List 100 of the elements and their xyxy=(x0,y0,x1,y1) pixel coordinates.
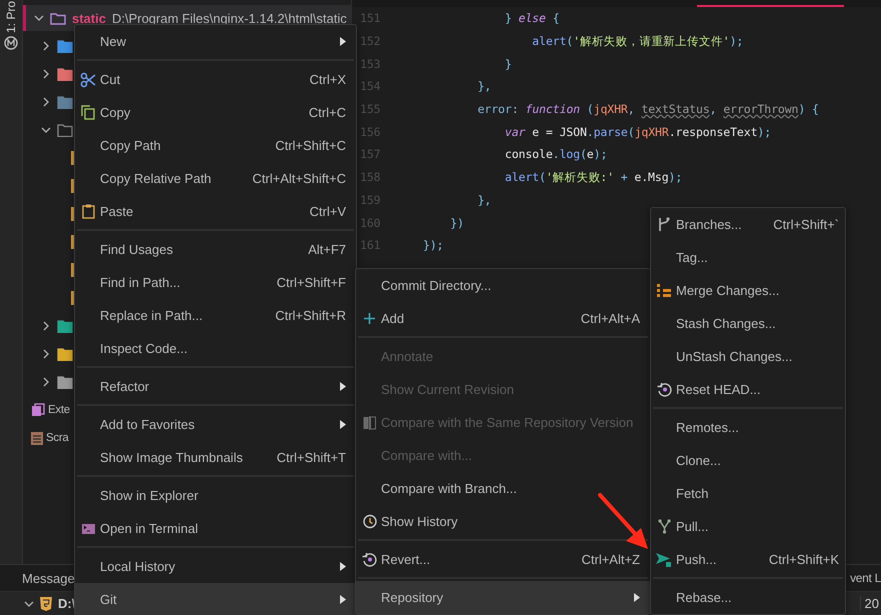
shortcut-label: Ctrl+Shift+K xyxy=(768,552,839,567)
tree-item-label[interactable]: Exte xyxy=(48,404,70,416)
menu-item[interactable]: Reset HEAD... xyxy=(651,373,845,406)
code-line: error: function (jqXHR, textStatus, errorThrown) { xyxy=(476,102,819,116)
annotation-arrow xyxy=(598,493,650,551)
menu-item[interactable]: Copy Path Ctrl+Shift+C xyxy=(75,129,356,162)
menu-item[interactable]: Add to Favorites xyxy=(75,408,356,441)
shortcut-label: Ctrl+Shift+T xyxy=(276,450,346,465)
menu-item[interactable]: Push... Ctrl+Shift+K xyxy=(651,543,845,576)
code-line: }) xyxy=(449,216,464,230)
menu-item[interactable]: Git xyxy=(75,583,356,615)
menu-item[interactable]: Copy Ctrl+C xyxy=(75,96,356,129)
shortcut-label: Ctrl+Alt+Z xyxy=(581,552,640,567)
folder-icon xyxy=(57,376,73,388)
menu-item[interactable]: Copy Relative Path Ctrl+Alt+Shift+C xyxy=(75,162,356,195)
menu-item[interactable]: Show Image Thumbnails Ctrl+Shift+T xyxy=(75,441,356,474)
shortcut-label: Ctrl+Shift+C xyxy=(275,138,346,153)
menu-item[interactable]: UnStash Changes... xyxy=(651,340,845,373)
menu-item[interactable]: Find in Path... Ctrl+Shift+F xyxy=(75,266,356,299)
terminal-icon xyxy=(82,524,94,534)
chevron-right-icon[interactable] xyxy=(41,41,51,51)
menu-item[interactable]: Clone... xyxy=(651,444,845,477)
plus-icon xyxy=(364,313,374,324)
shortcut-label: Alt+F7 xyxy=(308,242,346,257)
folder-icon xyxy=(57,96,73,108)
shortcut-label: Ctrl+C xyxy=(308,105,346,120)
menu-item[interactable]: Pull... xyxy=(651,510,845,543)
copy-icon xyxy=(81,105,95,120)
message-time: 20 xyxy=(860,596,879,611)
menu-item[interactable]: Remotes... xyxy=(651,411,845,444)
menu-item[interactable]: Open in Terminal xyxy=(75,512,356,545)
shortcut-label: Ctrl+X xyxy=(310,72,346,87)
code-line: }); xyxy=(423,238,444,252)
menu-item[interactable]: Local History xyxy=(75,550,356,583)
folder-icon xyxy=(57,124,73,136)
revert-icon xyxy=(362,552,376,567)
menu-item[interactable]: Find Usages Alt+F7 xyxy=(75,233,356,266)
shortcut-label: Ctrl+Shift+` xyxy=(773,217,839,232)
folder-icon xyxy=(57,40,73,52)
push-icon xyxy=(656,552,672,566)
scratch-file-icon xyxy=(31,432,43,444)
folder-icon xyxy=(57,348,73,360)
folder-icon xyxy=(50,12,66,24)
menu-item[interactable]: Add Ctrl+Alt+A xyxy=(356,302,650,335)
folder-name: static xyxy=(72,10,106,26)
messages-tab[interactable]: Message xyxy=(22,570,75,586)
menu-item[interactable]: Paste Ctrl+V xyxy=(75,195,356,228)
maven-icon[interactable] xyxy=(4,36,18,50)
menu-item[interactable]: Tag... xyxy=(651,241,845,274)
folder-icon xyxy=(57,68,73,80)
menu-item[interactable]: Compare with Branch... xyxy=(356,472,650,505)
shortcut-label: Ctrl+Alt+A xyxy=(580,311,640,326)
menu-item[interactable]: Merge Changes... xyxy=(651,274,845,307)
branch-icon xyxy=(658,217,670,232)
shortcut-label: Ctrl+Alt+Shift+C xyxy=(252,171,346,186)
menu-item[interactable]: Show in Explorer xyxy=(75,479,356,512)
paste-icon xyxy=(82,204,94,219)
chevron-right-icon[interactable] xyxy=(41,97,51,107)
chevron-down-icon[interactable] xyxy=(24,598,34,608)
menu-item[interactable]: Replace in Path... Ctrl+Shift+R xyxy=(75,299,356,332)
shortcut-label: Ctrl+Shift+R xyxy=(275,308,346,323)
chevron-right-icon[interactable] xyxy=(41,69,51,79)
shortcut-label: Ctrl+V xyxy=(310,204,346,219)
chevron-down-icon[interactable] xyxy=(34,13,44,23)
folder-icon xyxy=(57,320,73,332)
menu-item[interactable]: Fetch xyxy=(651,477,845,510)
code-line: alert('解析失败:' + e.Msg); xyxy=(504,170,682,185)
menu-item[interactable]: Revert... Ctrl+Alt+Z xyxy=(356,543,650,576)
library-icon xyxy=(31,403,45,417)
menu-item[interactable]: Inspect Code... xyxy=(75,332,356,365)
event-log-tab[interactable]: vent L xyxy=(850,571,881,585)
history-icon xyxy=(362,514,376,529)
scissors-icon xyxy=(80,72,96,88)
tree-item-label[interactable]: Scra xyxy=(46,432,68,444)
pull-icon xyxy=(658,519,670,534)
project-tool-tab[interactable]: 1: Pro xyxy=(4,1,18,41)
chevron-right-icon[interactable] xyxy=(41,349,51,359)
shortcut-label: Ctrl+Shift+F xyxy=(276,275,346,290)
menu-item[interactable]: Branches... Ctrl+Shift+` xyxy=(651,208,845,241)
code-line: console.log(e); xyxy=(504,147,608,162)
code-line: }, xyxy=(476,192,492,207)
code-line: alert('解析失败，请重新上传文件'); xyxy=(531,34,744,49)
code-line: }, xyxy=(476,79,492,94)
code-line: var e = JSON.parse(jqXHR.responseText); xyxy=(504,124,772,139)
chevron-right-icon[interactable] xyxy=(41,321,51,331)
menu-item[interactable]: Refactor xyxy=(75,370,356,403)
menu-item[interactable]: Stash Changes... xyxy=(651,307,845,340)
menu-item[interactable]: Repository xyxy=(356,581,650,614)
code-line: } else { xyxy=(504,11,560,26)
compare-icon xyxy=(362,416,376,430)
folder-path: D:\Program Files\nginx-1.14.2\html\static xyxy=(112,10,347,26)
html-file-icon xyxy=(40,596,52,610)
menu-item[interactable]: Commit Directory... xyxy=(356,269,650,302)
code-line: } xyxy=(504,56,512,71)
menu-item[interactable]: Rebase... xyxy=(651,581,845,614)
revert-icon xyxy=(656,382,672,397)
merge-icon xyxy=(657,284,671,297)
menu-item[interactable]: Cut Ctrl+X xyxy=(75,63,356,96)
chevron-down-icon[interactable] xyxy=(41,125,51,135)
chevron-right-icon[interactable] xyxy=(41,377,51,387)
